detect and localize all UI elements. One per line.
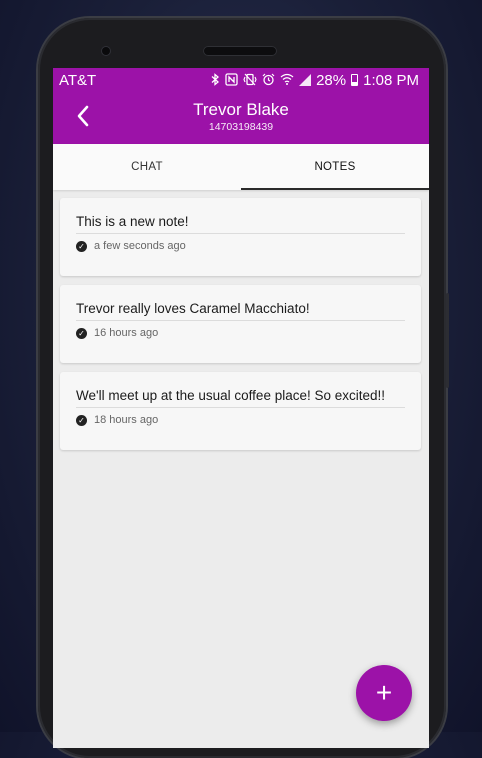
front-camera (102, 47, 110, 55)
nfc-icon (225, 72, 238, 88)
alarm-icon (262, 73, 275, 88)
add-note-button[interactable]: + (356, 665, 412, 721)
check-circle-icon: ✓ (76, 240, 87, 252)
wifi-icon (280, 73, 294, 87)
carrier-label: AT&T (59, 71, 97, 89)
note-timestamp: a few seconds ago (94, 240, 186, 252)
note-meta: ✓ a few seconds ago (76, 240, 405, 252)
app-screen: AT&T 28% 1:08 PM Trevor Blake 1470319843… (53, 68, 429, 748)
note-card[interactable]: We'll meet up at the usual coffee place!… (60, 372, 421, 450)
tab-notes[interactable]: NOTES (241, 144, 429, 190)
signal-icon (299, 74, 312, 86)
note-meta: ✓ 16 hours ago (76, 327, 405, 339)
notes-list: This is a new note! ✓ a few seconds ago … (53, 190, 429, 450)
tab-chat[interactable]: CHAT (53, 144, 241, 190)
plus-icon: + (375, 677, 393, 708)
contact-name: Trevor Blake (193, 100, 289, 119)
bluetooth-icon (211, 72, 220, 88)
app-bar: Trevor Blake 14703198439 (53, 92, 429, 144)
check-circle-icon: ✓ (76, 327, 87, 339)
battery-percent: 28% (316, 71, 347, 89)
note-timestamp: 18 hours ago (94, 414, 159, 426)
note-meta: ✓ 18 hours ago (76, 414, 405, 426)
vibrate-icon (243, 73, 257, 88)
note-text: Trevor really loves Caramel Macchiato! (76, 301, 405, 321)
note-text: This is a new note! (76, 214, 405, 234)
note-text: We'll meet up at the usual coffee place!… (76, 388, 405, 408)
clock-time: 1:08 PM (363, 71, 419, 89)
check-circle-icon: ✓ (76, 414, 87, 426)
contact-phone: 14703198439 (208, 121, 274, 133)
note-timestamp: 16 hours ago (94, 327, 159, 339)
earpiece-speaker (203, 46, 277, 56)
battery-icon (351, 74, 359, 86)
tab-bar: CHAT NOTES (53, 144, 429, 190)
status-icons: 28% 1:08 PM (211, 72, 419, 89)
status-bar: AT&T 28% 1:08 PM (53, 68, 429, 92)
side-button (446, 293, 449, 388)
note-card[interactable]: This is a new note! ✓ a few seconds ago (60, 198, 421, 276)
note-card[interactable]: Trevor really loves Caramel Macchiato! ✓… (60, 285, 421, 363)
contact-title: Trevor Blake 14703198439 (53, 92, 429, 134)
